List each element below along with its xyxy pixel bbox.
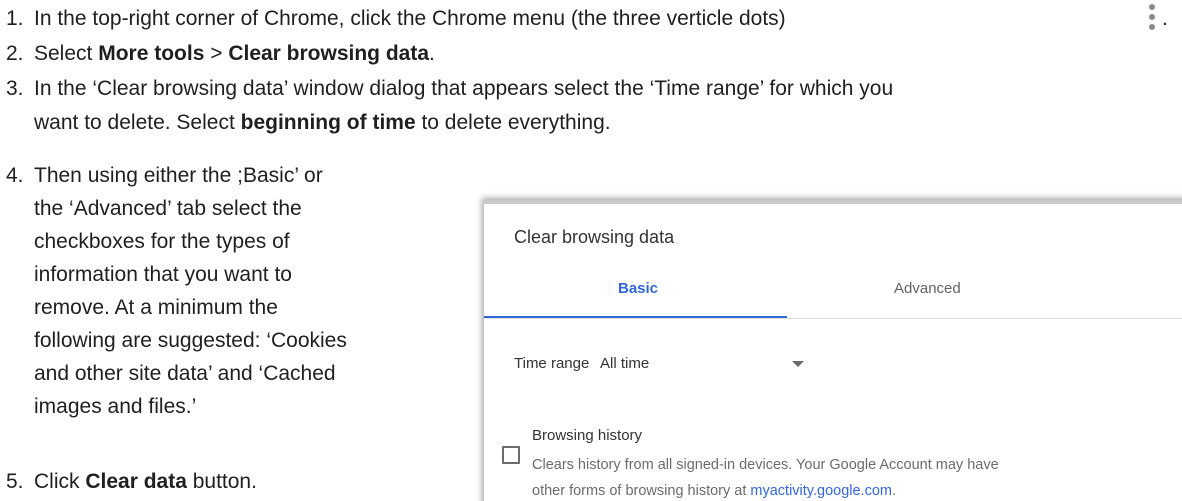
dialog-title: Clear browsing data — [514, 227, 675, 247]
clear-browsing-data-label: Clear browsing data — [228, 42, 430, 65]
dialog-top-strip — [484, 200, 1182, 204]
step-text: Click Clear data button. — [34, 465, 257, 498]
step-4-line: following are suggested: ‘Cookies — [34, 329, 347, 352]
step-3-line-2: want to delete. Select beginning of time… — [34, 106, 611, 139]
step-number: 1. — [6, 7, 24, 30]
three-vertical-dots-icon — [1148, 4, 1156, 38]
step-2: 2. Select More tools > Clear browsing da… — [0, 37, 1182, 71]
time-range-select[interactable]: All time — [600, 348, 812, 378]
step-text: In the top-right corner of Chrome, click… — [34, 2, 786, 35]
step-3: 3. In the ‘Clear browsing data’ window d… — [0, 72, 1182, 140]
step-2-suffix: . — [429, 42, 435, 65]
step-number: 4. — [6, 164, 24, 187]
step-5: 5. Click Clear data button. — [0, 465, 470, 499]
tab-advanced[interactable]: Advanced — [894, 280, 961, 297]
step-5-prefix: Click — [34, 470, 86, 493]
more-tools-label: More tools — [98, 42, 205, 65]
step-2-prefix: Select — [34, 42, 99, 65]
beginning-of-time-label: beginning of time — [240, 111, 416, 134]
time-range-value: All time — [600, 355, 650, 372]
browsing-history-checkbox[interactable] — [502, 446, 520, 464]
tab-divider — [484, 318, 1182, 319]
step-4-line: images and files.’ — [34, 395, 197, 418]
step-2-separator: > — [204, 42, 229, 65]
step-3-line-2-suffix: to delete everything. — [415, 111, 611, 134]
description-line-2-suffix: . — [891, 483, 896, 499]
step-text: Select More tools > Clear browsing data. — [34, 37, 435, 70]
clear-browsing-data-dialog: Clear browsing data Basic Advanced Time … — [484, 200, 1182, 501]
browsing-history-title: Browsing history — [532, 427, 643, 444]
description-line-2-prefix: other forms of browsing history at — [532, 483, 751, 499]
step-number: 2. — [6, 42, 24, 65]
browsing-history-description: Clears history from all signed-in device… — [532, 452, 1052, 501]
step-1-trailing: . — [1162, 7, 1168, 30]
myactivity-link[interactable]: myactivity.google.com — [750, 483, 892, 499]
dropdown-caret-icon — [792, 361, 804, 367]
step-3-line-1: In the ‘Clear browsing data’ window dial… — [34, 77, 894, 100]
step-4-line: remove. At a minimum the — [34, 296, 278, 319]
step-5-suffix: button. — [186, 470, 257, 493]
step-4-line: checkboxes for the types of — [34, 230, 290, 253]
tab-basic[interactable]: Basic — [618, 280, 658, 297]
description-line-1: Clears history from all signed-in device… — [532, 457, 999, 473]
step-4-line: and other site data’ and ‘Cached — [34, 362, 336, 385]
step-1: 1. In the top-right corner of Chrome, cl… — [0, 2, 1182, 36]
description-line-2: other forms of browsing history at myact… — [532, 478, 1052, 501]
step-4-line: Then using either the ;Basic’ or — [34, 164, 323, 187]
step-1-text: In the top-right corner of Chrome, click… — [34, 7, 786, 30]
step-number: 3. — [6, 77, 24, 100]
time-range-label: Time range — [514, 355, 590, 372]
step-4: 4. Then using either the ;Basic’ or the … — [0, 159, 470, 429]
clear-data-label: Clear data — [85, 470, 187, 493]
step-3-line-2-prefix: want to delete. Select — [34, 111, 241, 134]
step-4-line: the ‘Advanced’ tab select the — [34, 197, 302, 220]
step-4-line: information that you want to — [34, 263, 292, 286]
step-number: 5. — [6, 470, 24, 493]
